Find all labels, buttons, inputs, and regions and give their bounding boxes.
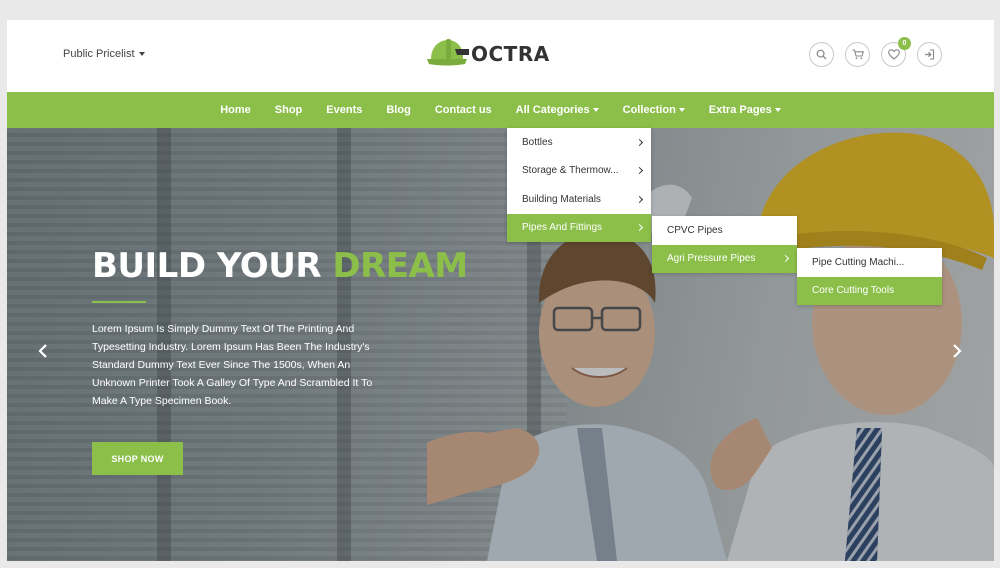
- hero-slider: BUILD YOUR DREAM Lorem Ipsum Is Simply D…: [7, 128, 994, 561]
- main-nav: Home Shop Events Blog Contact us All Cat…: [7, 92, 994, 128]
- nav-collection[interactable]: Collection: [611, 104, 697, 116]
- hero-description: Lorem Ipsum Is Simply Dummy Text Of The …: [92, 323, 373, 407]
- shop-now-button[interactable]: SHOP NOW: [92, 442, 183, 475]
- menu-item-pipes-fittings[interactable]: Pipes And Fittings: [507, 213, 651, 242]
- nav-home[interactable]: Home: [208, 104, 263, 116]
- pricelist-dropdown[interactable]: Public Pricelist: [63, 48, 145, 60]
- menu-item-label: Storage & Thermow...: [522, 165, 619, 177]
- slider-prev-button[interactable]: [38, 344, 48, 363]
- menu-item-bottles[interactable]: Bottles: [507, 128, 651, 157]
- wishlist-count-badge: 0: [898, 37, 911, 50]
- pipes-submenu: CPVC Pipes Agri Pressure Pipes: [652, 216, 797, 273]
- cart-icon: [852, 49, 864, 60]
- nav-home-label: Home: [220, 104, 251, 116]
- chevron-right-icon: [635, 138, 644, 146]
- nav-blog[interactable]: Blog: [374, 104, 422, 116]
- nav-shop-label: Shop: [274, 104, 303, 116]
- menu-item-label: Agri Pressure Pipes: [667, 253, 756, 265]
- agri-submenu: Pipe Cutting Machi... Core Cutting Tools: [797, 248, 942, 305]
- hero-title: BUILD YOUR DREAM: [92, 246, 468, 286]
- pricelist-label: Public Pricelist: [63, 48, 135, 60]
- helmet-logo-icon: [427, 39, 469, 66]
- nav-collection-label: Collection: [622, 104, 676, 116]
- hero-title-accent: DREAM: [332, 246, 468, 286]
- logo-text: OCTRA: [471, 42, 550, 66]
- nav-all-categories[interactable]: All Categories: [504, 104, 611, 116]
- menu-item-cpvc-pipes[interactable]: CPVC Pipes: [652, 216, 797, 245]
- nav-contact[interactable]: Contact us: [423, 104, 504, 116]
- menu-item-label: CPVC Pipes: [667, 224, 723, 236]
- menu-item-building-materials[interactable]: Building Materials: [507, 185, 651, 214]
- cart-button[interactable]: [845, 42, 870, 67]
- chevron-right-icon: [953, 344, 962, 358]
- menu-item-label: Core Cutting Tools: [812, 285, 895, 297]
- menu-item-storage[interactable]: Storage & Thermow...: [507, 157, 651, 186]
- chevron-right-icon: [635, 195, 644, 203]
- nav-extra-pages-label: Extra Pages: [708, 104, 772, 116]
- categories-dropdown: Bottles Storage & Thermow... Building Ma…: [507, 128, 651, 242]
- search-button[interactable]: [809, 42, 834, 67]
- hero-divider: [92, 301, 146, 303]
- chevron-right-icon: [635, 224, 644, 232]
- menu-item-label: Bottles: [522, 136, 553, 148]
- browser-frame: Public Pricelist OCTRA 0 Home Shop Event…: [7, 20, 994, 561]
- chevron-right-icon: [781, 255, 790, 263]
- nav-shop[interactable]: Shop: [263, 104, 315, 116]
- menu-item-pipe-cutting-machine[interactable]: Pipe Cutting Machi...: [797, 248, 942, 277]
- chevron-right-icon: [635, 167, 644, 175]
- wishlist-button[interactable]: 0: [881, 37, 911, 67]
- menu-item-label: Pipes And Fittings: [522, 222, 603, 234]
- caret-down-icon: [138, 52, 145, 57]
- chevron-left-icon: [38, 344, 47, 358]
- caret-down-icon: [592, 108, 599, 112]
- hero-title-main: BUILD YOUR: [92, 246, 322, 286]
- caret-down-icon: [774, 108, 781, 112]
- sign-in-icon: [925, 49, 935, 60]
- heart-icon: [887, 49, 900, 60]
- sign-in-button[interactable]: [917, 42, 942, 67]
- header-icons: 0: [809, 37, 942, 67]
- slider-next-button[interactable]: [952, 344, 962, 363]
- search-icon: [816, 49, 827, 60]
- menu-item-label: Pipe Cutting Machi...: [812, 256, 905, 268]
- menu-item-core-cutting-tools[interactable]: Core Cutting Tools: [797, 276, 942, 305]
- nav-extra-pages[interactable]: Extra Pages: [697, 104, 793, 116]
- site-logo[interactable]: OCTRA: [425, 36, 550, 72]
- nav-all-categories-label: All Categories: [515, 104, 590, 116]
- nav-blog-label: Blog: [386, 104, 411, 116]
- nav-events-label: Events: [326, 104, 363, 116]
- menu-item-agri-pressure-pipes[interactable]: Agri Pressure Pipes: [652, 244, 797, 273]
- site-header: Public Pricelist OCTRA 0: [7, 20, 994, 92]
- nav-contact-label: Contact us: [434, 104, 492, 116]
- nav-events[interactable]: Events: [314, 104, 374, 116]
- caret-down-icon: [678, 108, 685, 112]
- menu-item-label: Building Materials: [522, 193, 601, 205]
